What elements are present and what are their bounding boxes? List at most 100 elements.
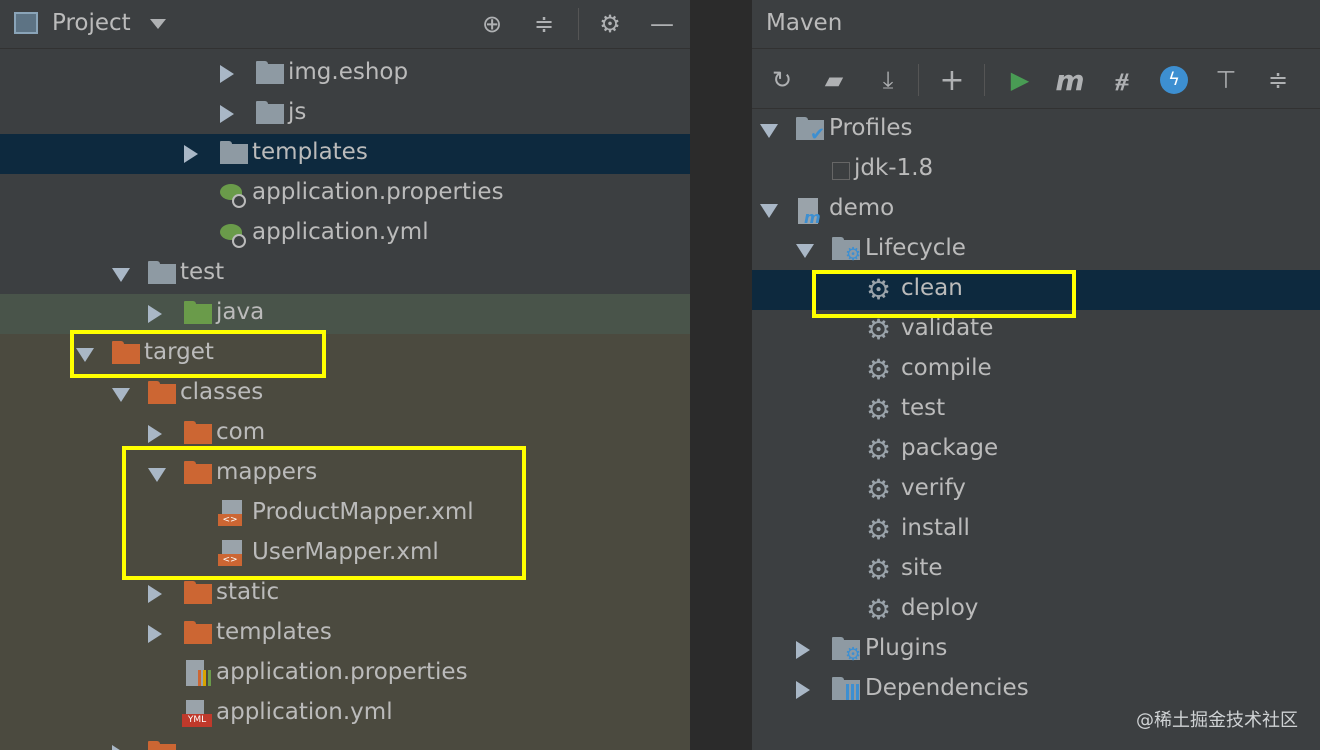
collapse-arrow-icon[interactable] xyxy=(76,348,94,362)
collapse-arrow-icon[interactable] xyxy=(112,268,130,282)
tree-item-productmapper-xml[interactable]: <> ProductMapper.xml xyxy=(0,494,690,534)
panel-divider[interactable] xyxy=(690,0,752,750)
collapse-arrow-icon[interactable] xyxy=(148,468,166,482)
demo-label: demo xyxy=(829,195,895,221)
lifecycle-label: test xyxy=(901,395,946,421)
profile-checkbox[interactable] xyxy=(832,162,850,180)
tree-item-label: ProductMapper.xml xyxy=(252,499,474,525)
tree-item-classes[interactable]: classes xyxy=(0,374,690,414)
gear-icon: ⚙ xyxy=(866,353,892,386)
tree-item-partial[interactable] xyxy=(0,734,690,750)
lifecycle-validate[interactable]: ⚙ validate xyxy=(752,310,1320,350)
plus-icon[interactable]: + xyxy=(934,62,970,98)
jdk-label: jdk-1.8 xyxy=(854,155,934,181)
target-icon[interactable]: ⊕ xyxy=(476,8,508,40)
tree-item-label: static xyxy=(216,579,280,605)
project-tree: img.eshop js templates application.prope… xyxy=(0,48,690,750)
folder-icon xyxy=(148,741,176,750)
maven-plugins[interactable]: ⚙ Plugins xyxy=(752,630,1320,670)
lifecycle-label: package xyxy=(901,435,999,461)
lifecycle-test[interactable]: ⚙ test xyxy=(752,390,1320,430)
folder-icon xyxy=(184,621,212,644)
maven-header: Maven xyxy=(752,0,1320,49)
minimize-icon[interactable]: — xyxy=(646,8,678,40)
lifecycle-site[interactable]: ⚙ site xyxy=(752,550,1320,590)
expand-arrow-icon[interactable] xyxy=(148,585,162,603)
tree-item-target-application-properties[interactable]: application.properties xyxy=(0,654,690,694)
gear-icon: ⚙ xyxy=(866,593,892,626)
folder-icon xyxy=(256,61,284,84)
project-view-icon[interactable] xyxy=(14,12,38,34)
expand-arrow-icon[interactable] xyxy=(112,745,126,750)
project-title[interactable]: Project xyxy=(52,10,131,36)
expand-arrow-icon[interactable] xyxy=(220,105,234,123)
folder-icon xyxy=(184,301,212,324)
maven-profiles[interactable]: ✔ Profiles xyxy=(752,110,1320,150)
expand-arrow-icon[interactable] xyxy=(796,641,810,659)
lifecycle-install[interactable]: ⚙ install xyxy=(752,510,1320,550)
tree-item-static[interactable]: static xyxy=(0,574,690,614)
reload-icon[interactable]: ↻ xyxy=(764,62,800,98)
tree-item-application-yml[interactable]: application.yml xyxy=(0,214,690,254)
add-folder-icon[interactable]: ▰ xyxy=(816,62,852,98)
check-badge-icon: ✔ xyxy=(810,124,826,145)
gear-icon: ⚙ xyxy=(866,473,892,506)
tree-item-java[interactable]: java xyxy=(0,294,690,334)
expand-arrow-icon[interactable] xyxy=(220,65,234,83)
lifecycle-clean[interactable]: ⚙ clean xyxy=(752,270,1320,310)
maven-lifecycle[interactable]: ⚙ Lifecycle xyxy=(752,230,1320,270)
download-icon[interactable]: ⤓ xyxy=(870,62,906,98)
dependencies-label: Dependencies xyxy=(865,675,1029,701)
collapse-icon[interactable]: ≑ xyxy=(528,8,560,40)
maven-profile-jdk[interactable]: jdk-1.8 xyxy=(752,150,1320,190)
gear-icon: ⚙ xyxy=(866,273,892,306)
offline-icon[interactable]: ϟ xyxy=(1156,62,1192,98)
project-dropdown-icon[interactable] xyxy=(150,19,166,29)
properties-bars-icon xyxy=(198,670,212,686)
expand-arrow-icon[interactable] xyxy=(796,681,810,699)
lifecycle-compile[interactable]: ⚙ compile xyxy=(752,350,1320,390)
maven-dependencies[interactable]: Dependencies xyxy=(752,670,1320,710)
gear-icon[interactable]: ⚙ xyxy=(594,8,626,40)
project-panel: Project ⊕ ≑ ⚙ — img.eshop js templates a… xyxy=(0,0,690,750)
collapse-all-icon[interactable]: ≑ xyxy=(1260,62,1296,98)
tree-item-templates-selected[interactable]: templates xyxy=(0,134,690,174)
lifecycle-label: compile xyxy=(901,355,992,381)
expand-arrow-icon[interactable] xyxy=(184,145,198,163)
tree-item-target[interactable]: target xyxy=(0,334,690,374)
run-icon[interactable]: ▶ xyxy=(1002,62,1038,98)
tree-item-mappers[interactable]: mappers xyxy=(0,454,690,494)
lifecycle-verify[interactable]: ⚙ verify xyxy=(752,470,1320,510)
tree-item-test[interactable]: test xyxy=(0,254,690,294)
tree-item-usermapper-xml[interactable]: <> UserMapper.xml xyxy=(0,534,690,574)
maven-panel: Maven ↻ ▰ ⤓ + ▶ m ⧣ ϟ ⊤ ≑ ✔ Profiles jdk… xyxy=(752,0,1320,750)
collapse-arrow-icon[interactable] xyxy=(760,124,778,138)
tree-item-label: application.yml xyxy=(252,219,429,245)
tree-item-img-eshop[interactable]: img.eshop xyxy=(0,54,690,94)
collapse-arrow-icon[interactable] xyxy=(796,244,814,258)
lifecycle-deploy[interactable]: ⚙ deploy xyxy=(752,590,1320,630)
tree-item-application-properties[interactable]: application.properties xyxy=(0,174,690,214)
skip-tests-icon[interactable]: ⧣ xyxy=(1104,62,1140,98)
tree-item-js[interactable]: js xyxy=(0,94,690,134)
lifecycle-label: Lifecycle xyxy=(865,235,966,261)
tree-item-templates[interactable]: templates xyxy=(0,614,690,654)
folder-icon xyxy=(184,461,212,484)
collapse-arrow-icon[interactable] xyxy=(112,388,130,402)
tree-item-com[interactable]: com xyxy=(0,414,690,454)
folder-icon xyxy=(184,421,212,444)
folder-icon xyxy=(148,261,176,284)
maven-m-icon[interactable]: m xyxy=(1052,62,1088,98)
maven-project-demo[interactable]: m demo xyxy=(752,190,1320,230)
gear-badge-icon: ⚙ xyxy=(845,644,862,665)
expand-arrow-icon[interactable] xyxy=(148,425,162,443)
gear-badge-icon xyxy=(232,194,246,208)
tree-item-target-application-yml[interactable]: YML application.yml xyxy=(0,694,690,734)
lifecycle-package[interactable]: ⚙ package xyxy=(752,430,1320,470)
collapse-arrow-icon[interactable] xyxy=(760,204,778,218)
expand-arrow-icon[interactable] xyxy=(148,305,162,323)
expand-arrow-icon[interactable] xyxy=(148,625,162,643)
expand-all-icon[interactable]: ⊤ xyxy=(1208,62,1244,98)
gear-icon: ⚙ xyxy=(866,513,892,546)
tree-item-label: application.properties xyxy=(216,659,468,685)
